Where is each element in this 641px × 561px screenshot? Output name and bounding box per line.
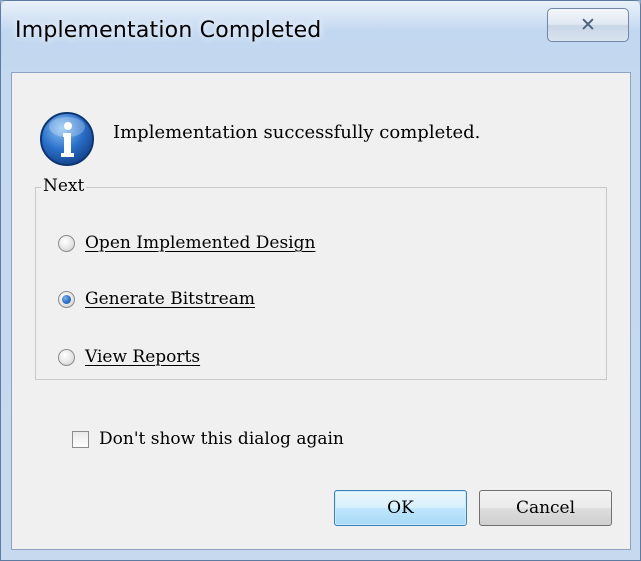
dont-show-again-label: Don't show this dialog again bbox=[99, 429, 344, 449]
option-view-reports[interactable]: View Reports bbox=[58, 347, 200, 367]
close-button[interactable]: ✕ bbox=[547, 8, 629, 42]
ok-button[interactable]: OK bbox=[334, 490, 467, 526]
status-message: Implementation successfully completed. bbox=[113, 122, 481, 143]
dialog-body: Implementation successfully completed. N… bbox=[11, 72, 631, 550]
title-bar[interactable]: Implementation Completed ✕ bbox=[1, 1, 640, 67]
info-icon bbox=[40, 112, 94, 166]
option-label: Open Implemented Design bbox=[85, 233, 316, 253]
option-open-implemented-design[interactable]: Open Implemented Design bbox=[58, 233, 315, 253]
option-generate-bitstream[interactable]: Generate Bitstream bbox=[58, 289, 255, 309]
dont-show-again-checkbox[interactable] bbox=[72, 430, 89, 448]
close-icon: ✕ bbox=[580, 14, 596, 36]
cancel-button[interactable]: Cancel bbox=[479, 490, 612, 526]
radio-view-reports[interactable] bbox=[58, 348, 75, 366]
window-title: Implementation Completed bbox=[15, 18, 322, 43]
option-label: Generate Bitstream bbox=[85, 289, 255, 309]
option-label: View Reports bbox=[85, 347, 201, 367]
radio-generate-bitstream[interactable] bbox=[58, 290, 75, 308]
dont-show-again-row[interactable]: Don't show this dialog again bbox=[72, 429, 344, 449]
next-group-label: Next bbox=[41, 176, 87, 196]
radio-open-implemented-design[interactable] bbox=[58, 234, 75, 252]
dialog-window: Implementation Completed ✕ Implementatio… bbox=[0, 0, 641, 561]
